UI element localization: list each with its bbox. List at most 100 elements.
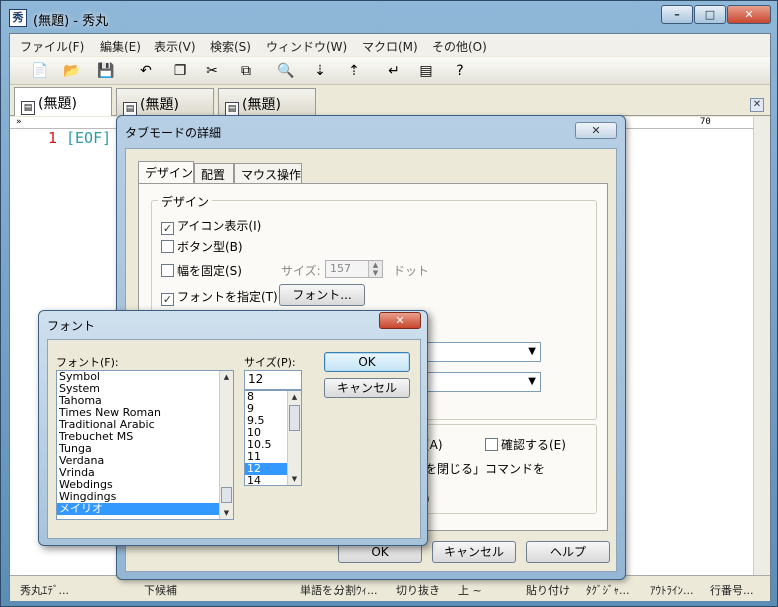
paste-icon[interactable]: ⧉ [236,62,256,80]
ruler-start: » [16,117,22,127]
window-controls: – □ ✕ [660,5,771,24]
size-label: サイズ(P): [244,356,296,369]
group-label: デザイン [158,193,213,210]
undo-icon[interactable]: ↶ [136,62,156,80]
doc-tab-3[interactable]: ▤ (無題) [218,88,316,116]
help-icon[interactable]: ? [450,62,470,80]
menu-file[interactable]: ファイル(F) [20,38,84,55]
save-icon[interactable]: 💾 [96,62,116,80]
scroll-thumb[interactable] [289,405,300,431]
open-folder-icon[interactable]: 📂 [62,62,82,80]
button-style-checkbox[interactable]: ボタン型(B) [161,238,243,255]
window-title: (無題) - 秀丸 [33,14,109,29]
scroll-up-icon[interactable]: ▲ [288,391,301,403]
fkey-4[interactable]: 分割ｳｨ... [334,582,378,598]
ruler-mark: 70 [700,117,711,127]
doc-tab-1[interactable]: ▤ (無題) [14,87,112,116]
size-label: サイズ: [281,264,321,278]
document-tabs: ▤ (無題) ▤ (無題) ▤ (無題) ✕ [10,86,770,116]
tab-mouse[interactable]: マウス操作 [234,163,302,183]
size-list-scrollbar[interactable]: ▲ ▼ [287,391,301,485]
fkey-10[interactable]: 行番号... [710,582,754,598]
jump-icon[interactable]: ↵ [384,62,404,80]
search-prev-icon[interactable]: ⇡ [344,62,364,80]
checkbox-box: ✓ [161,222,174,235]
chevron-down-icon: ▼ [528,346,536,357]
eof-marker: [EOF] [66,129,112,147]
menu-window[interactable]: ウィンドウ(W) [266,38,347,55]
search-icon[interactable]: 🔍 [276,62,296,80]
menu-macro[interactable]: マクロ(M) [362,38,418,55]
size-list[interactable]: 8 9 9.5 10 10.5 11 12 14 ▲ ▼ [244,390,302,486]
checkbox-box [485,438,498,451]
minimize-button[interactable]: – [661,5,693,24]
partial-close-text: ルを閉じる」コマンドを [413,462,546,476]
font-dialog-client: フォント(F): Symbol System Tahoma Times New … [47,339,421,539]
fkey-8[interactable]: ﾀｸﾞｼﾞｬ... [586,582,630,598]
doc-tab-2[interactable]: ▤ (無題) [116,88,214,116]
checkbox-box: ✓ [161,293,174,306]
dialog-title: フォント [47,319,96,333]
scroll-thumb[interactable] [221,487,232,503]
icon-display-checkbox[interactable]: ✓ アイコン表示(I) [161,217,261,235]
checkbox-label: ボタン型(B) [177,240,243,254]
fkey-2[interactable]: 下候補 [144,582,177,598]
editor-scrollbar[interactable] [753,117,770,575]
font-dialog: フォント ✕ フォント(F): Symbol System Tahoma Tim… [38,310,428,546]
font-button[interactable]: フォント... [279,284,365,306]
maximize-button[interactable]: □ [694,5,726,24]
menu-search[interactable]: 検索(S) [210,38,251,55]
toolbar: 📄 📂 💾 ↶ ❐ ✂ ⧉ 🔍 ⇣ ⇡ ↵ ▤ ? [10,57,770,85]
cut-icon[interactable]: ✂ [202,62,222,80]
menubar: ファイル(F) 編集(E) 表示(V) 検索(S) ウィンドウ(W) マクロ(M… [10,34,770,56]
fkey-5[interactable]: 切り抜き [396,582,440,598]
copy-icon[interactable]: ❐ [170,62,190,80]
chevron-down-icon: ▼ [528,376,536,387]
spinner-icon[interactable]: ▲ ▼ [368,261,382,277]
font-list-scrollbar[interactable]: ▲ ▼ [219,371,233,519]
scroll-up-icon[interactable]: ▲ [220,371,233,383]
specify-font-checkbox[interactable]: ✓ フォントを指定(T) [161,288,278,306]
tab-design[interactable]: デザイン [138,161,194,184]
confirm-checkbox[interactable]: 確認する(E) [485,436,566,453]
menu-other[interactable]: その他(O) [432,38,487,55]
help-button[interactable]: ヘルプ [526,541,610,563]
font-list[interactable]: Symbol System Tahoma Times New Roman Tra… [56,370,234,520]
cancel-button[interactable]: キャンセル [432,541,516,563]
app-icon: 秀 [9,9,27,27]
search-next-icon[interactable]: ⇣ [310,62,330,80]
fkey-9[interactable]: ｱｳﾄﾗｲﾝ... [650,582,694,598]
fkey-6[interactable]: 上 ~ [458,582,482,598]
checkbox-label: アイコン表示(I) [177,219,262,233]
checkbox-box [161,240,174,253]
size-input[interactable]: 12 [244,370,302,390]
close-button[interactable]: ✕ [727,5,771,24]
checkbox-label: 幅を固定(S) [177,264,242,278]
split-window-icon[interactable]: ▤ [416,62,436,80]
cancel-button[interactable]: キャンセル [324,378,410,398]
checkbox-box [161,264,174,277]
size-value: 157 [330,262,351,275]
dialog-title: タブモードの詳細 [125,126,222,140]
fkey-7[interactable]: 貼り付け [526,582,570,598]
doc-tab-label: (無題) [38,96,77,112]
scroll-down-icon[interactable]: ▼ [220,507,233,519]
document-icon: ▤ [225,102,239,116]
doc-tab-label: (無題) [242,97,281,113]
menu-view[interactable]: 表示(V) [154,38,196,55]
close-icon[interactable]: ✕ [379,312,421,329]
dialog-close-button[interactable]: ✕ [575,122,617,139]
scroll-down-icon[interactable]: ▼ [288,473,301,485]
tab-close-icon[interactable]: ✕ [750,98,764,112]
size-input[interactable]: 157 ▲ ▼ [325,260,383,278]
menu-edit[interactable]: 編集(E) [100,38,141,55]
checkbox-label: フォントを指定(T) [177,290,278,304]
title-bar[interactable]: 秀 (無題) - 秀丸 – □ ✕ [1,1,777,33]
document-icon: ▤ [123,102,137,116]
tab-layout[interactable]: 配置 [194,163,234,183]
new-file-icon[interactable]: 📄 [30,62,50,80]
list-item-selected[interactable]: メイリオ [57,503,233,515]
ok-button[interactable]: OK [324,352,410,372]
fkey-1[interactable]: 秀丸ｴﾃﾞ... [20,582,69,598]
fixed-width-checkbox[interactable]: 幅を固定(S) [161,262,242,279]
